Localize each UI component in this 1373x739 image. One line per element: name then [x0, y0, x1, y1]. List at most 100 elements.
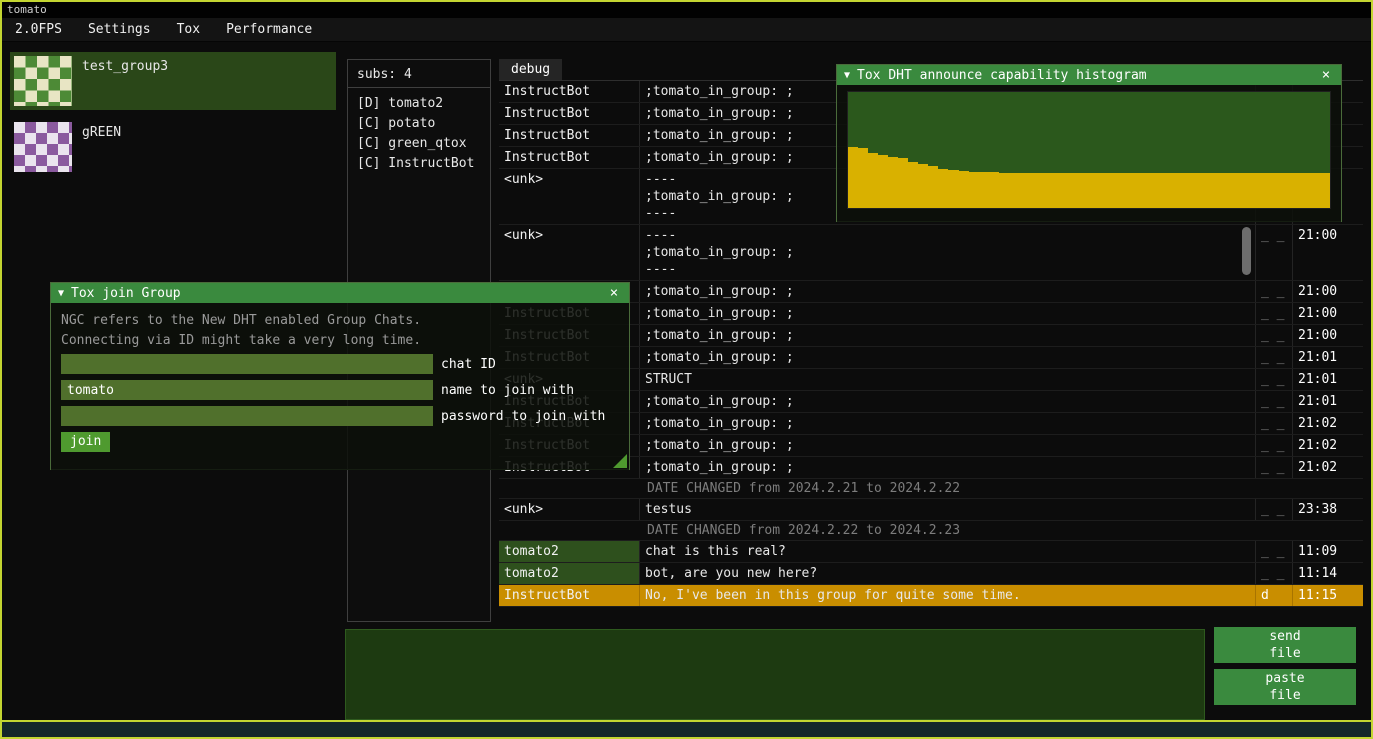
message-flags: _ _	[1255, 413, 1292, 434]
chat-message-row[interactable]: tomato2chat is this real?_ _11:09	[499, 541, 1363, 563]
group-name: test_group3	[82, 59, 168, 74]
tab-debug[interactable]: debug	[499, 59, 562, 80]
message-author: InstructBot	[499, 103, 639, 124]
join-field-row: chat ID	[61, 354, 619, 374]
system-message-row: DATE CHANGED from 2024.2.21 to 2024.2.22	[499, 479, 1363, 499]
message-flags: _ _	[1255, 563, 1292, 584]
message-flags: _ _	[1255, 541, 1292, 562]
system-message-row: DATE CHANGED from 2024.2.22 to 2024.2.23	[499, 521, 1363, 541]
message-text: ;tomato_in_group: ;	[639, 457, 1255, 478]
join-input-password-to-join-with[interactable]	[61, 406, 433, 426]
paste-file-button[interactable]: paste file	[1214, 669, 1356, 705]
join-button[interactable]: join	[61, 432, 110, 452]
message-text: chat is this real?	[639, 541, 1255, 562]
histogram-bar	[1129, 173, 1139, 208]
join-window-titlebar[interactable]: ▼ Tox join Group ×	[51, 283, 629, 303]
footer-strip	[2, 720, 1371, 737]
histogram-bar	[1300, 173, 1310, 208]
message-text: bot, are you new here?	[639, 563, 1255, 584]
message-text: testus	[639, 499, 1255, 520]
subs-item-c-potato[interactable]: [C] potato	[357, 114, 481, 134]
histogram-bar	[858, 148, 868, 208]
message-text: STRUCT	[639, 369, 1255, 390]
subs-item-c-green-qtox[interactable]: [C] green_qtox	[357, 134, 481, 154]
message-time: 21:02	[1292, 435, 1363, 456]
histogram-bar	[898, 158, 908, 208]
join-field-row: name to join with	[61, 380, 619, 400]
join-field-label: password to join with	[441, 409, 605, 424]
histogram-bar	[888, 157, 898, 208]
subs-list: [D] tomato2[C] potato[C] green_qtox[C] I…	[357, 94, 481, 174]
histogram-bar	[1190, 173, 1200, 208]
histogram-window-body	[837, 85, 1341, 222]
message-time: 21:02	[1292, 457, 1363, 478]
close-icon[interactable]: ×	[606, 284, 622, 303]
chat-scrollbar[interactable]	[1242, 227, 1251, 275]
menu-item-settings[interactable]: Settings	[75, 18, 164, 41]
histogram-bar	[1039, 173, 1049, 208]
close-icon[interactable]: ×	[1318, 66, 1334, 85]
message-flags: _ _	[1255, 347, 1292, 368]
group-item-test-group3[interactable]: test_group3	[10, 52, 336, 110]
send-file-button[interactable]: send file	[1214, 627, 1356, 663]
join-info-text: Connecting via ID might take a very long…	[61, 331, 619, 351]
histogram-bar	[1079, 173, 1089, 208]
chat-message-row[interactable]: <unk>testus_ _23:38	[499, 499, 1363, 521]
message-time: 23:38	[1292, 499, 1363, 520]
menu-item-tox[interactable]: Tox	[164, 18, 213, 41]
resize-grip-icon[interactable]	[613, 454, 627, 468]
histogram-bar	[959, 171, 969, 208]
join-input-chat-id[interactable]	[61, 354, 433, 374]
message-text: ;tomato_in_group: ;	[639, 391, 1255, 412]
message-text: ;tomato_in_group: ;	[639, 435, 1255, 456]
message-flags: _ _	[1255, 391, 1292, 412]
histogram-bar	[1009, 173, 1019, 208]
message-flags: d	[1255, 585, 1292, 606]
join-input-name-to-join-with[interactable]	[61, 380, 433, 400]
join-info-text: NGC refers to the New DHT enabled Group …	[61, 311, 619, 331]
message-text: ;tomato_in_group: ;	[639, 413, 1255, 434]
message-time: 11:14	[1292, 563, 1363, 584]
message-author: InstructBot	[499, 585, 639, 606]
window-title: tomato	[7, 3, 47, 16]
menu-item-performance[interactable]: Performance	[213, 18, 325, 41]
histogram-bar	[1099, 173, 1109, 208]
menu-bar: 2.0FPSSettingsToxPerformance	[2, 18, 1371, 42]
message-flags: _ _	[1255, 325, 1292, 346]
message-time: 21:02	[1292, 413, 1363, 434]
message-flags: _ _	[1255, 435, 1292, 456]
join-field-row: password to join with	[61, 406, 619, 426]
message-text: ---- ;tomato_in_group: ; ----	[639, 225, 1255, 280]
histogram-bar	[1230, 173, 1240, 208]
message-author: <unk>	[499, 225, 639, 280]
histogram-bar	[979, 172, 989, 208]
collapse-arrow-icon[interactable]: ▼	[844, 66, 850, 85]
message-time: 11:09	[1292, 541, 1363, 562]
histogram-bar	[878, 155, 888, 208]
group-avatar-icon	[14, 56, 72, 106]
histogram-bar	[908, 162, 918, 208]
message-author: tomato2	[499, 563, 639, 584]
histogram-window-titlebar[interactable]: ▼ Tox DHT announce capability histogram …	[837, 65, 1341, 85]
histogram-bar	[989, 172, 999, 208]
chat-message-row[interactable]: tomato2bot, are you new here?_ _11:14	[499, 563, 1363, 585]
message-time: 21:00	[1292, 303, 1363, 324]
histogram-bar	[1220, 173, 1230, 208]
chat-message-row[interactable]: <unk>---- ;tomato_in_group: ; ----_ _21:…	[499, 225, 1363, 281]
message-text: ;tomato_in_group: ;	[639, 303, 1255, 324]
subs-item-d-tomato2[interactable]: [D] tomato2	[357, 94, 481, 114]
message-author: InstructBot	[499, 125, 639, 146]
histogram-bar	[918, 164, 928, 208]
group-item-green[interactable]: gREEN	[10, 118, 336, 176]
chat-message-row[interactable]: InstructBotNo, I've been in this group f…	[499, 585, 1363, 607]
message-text: ;tomato_in_group: ;	[639, 347, 1255, 368]
histogram-bar	[1059, 173, 1069, 208]
message-input[interactable]	[345, 629, 1205, 720]
histogram-bar	[1240, 173, 1250, 208]
message-text: No, I've been in this group for quite so…	[639, 585, 1255, 606]
histogram-window-title: Tox DHT announce capability histogram	[857, 66, 1147, 85]
subs-item-c-instructbot[interactable]: [C] InstructBot	[357, 154, 481, 174]
histogram-bar	[1270, 173, 1280, 208]
histogram-bar	[1170, 173, 1180, 208]
collapse-arrow-icon[interactable]: ▼	[58, 284, 64, 303]
